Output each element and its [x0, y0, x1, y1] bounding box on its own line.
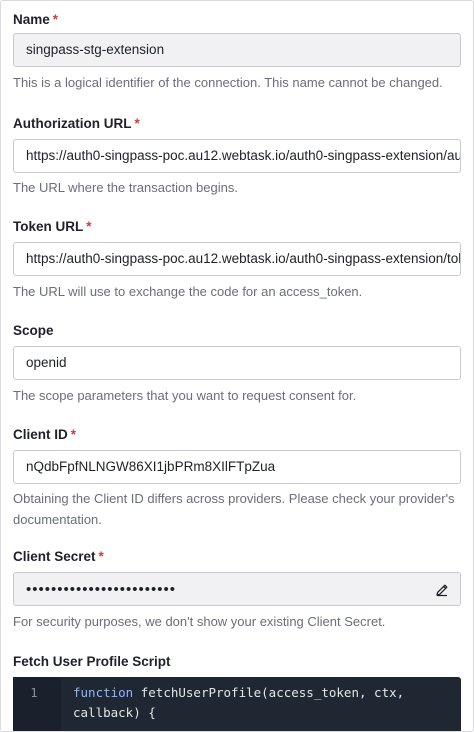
required-mark: * [98, 549, 104, 564]
name-input: singpass-stg-extension [13, 33, 461, 67]
client-id-input[interactable]: nQdbFpfNLNGW86XI1jbPRm8XIlFTpZua [13, 450, 461, 484]
authorization-url-help-text: The URL where the transaction begins. [13, 180, 238, 195]
required-mark: * [86, 219, 92, 234]
token-url-label: Token URL * [13, 219, 92, 234]
scope-field-group: Scope openid The scope parameters that y… [13, 322, 461, 403]
client-id-field-group: Client ID * nQdbFpfNLNGW86XI1jbPRm8XIlFTp… [13, 426, 461, 527]
client-secret-field-group: Client Secret * •••••••••••••••••••••••• … [13, 548, 461, 629]
scope-label: Scope [13, 323, 54, 338]
authorization-url-field-group: Authorization URL * https://auth0-singpas… [13, 115, 461, 195]
token-url-help-text: The URL will use to exchange the code fo… [13, 284, 363, 299]
code-text: fetchUserProfile(access_token, ctx, [133, 685, 405, 700]
code-text: callback) { [73, 705, 156, 720]
pencil-icon[interactable] [434, 582, 450, 598]
token-url-field-group: Token URL * https://auth0-singpass-poc.au… [13, 218, 461, 299]
name-help-text: This is a logical identifier of the conn… [13, 75, 443, 90]
required-mark: * [134, 116, 140, 131]
fetch-script-label: Fetch User Profile Script [13, 654, 171, 669]
line-gutter: 1 [13, 677, 61, 731]
scope-input[interactable]: openid [13, 346, 461, 380]
code-line-1[interactable]: function fetchUserProfile(access_token, … [73, 683, 404, 703]
client-secret-input[interactable]: •••••••••••••••••••••••• [13, 572, 461, 606]
client-secret-masked-value: •••••••••••••••••••••••• [26, 581, 177, 598]
code-keyword: function [73, 685, 134, 700]
name-field-group: Name * singpass-stg-extension This is a l… [13, 11, 461, 90]
required-mark: * [70, 427, 77, 442]
name-label: Name * [13, 12, 59, 27]
token-url-input[interactable]: https://auth0-singpass-poc.au12.webtask.… [13, 242, 461, 276]
client-secret-label: Client Secret * [13, 549, 104, 564]
client-id-label: Client ID * [13, 427, 77, 442]
fetch-script-field-group: Fetch User Profile Script [13, 653, 461, 671]
line-number: 1 [30, 686, 38, 700]
authorization-url-input[interactable]: https://auth0-singpass-poc.au12.webtask.… [13, 139, 461, 173]
client-secret-help-text: For security purposes, we don't show you… [13, 614, 386, 629]
scope-help-text: The scope parameters that you want to re… [13, 388, 357, 403]
client-id-help-text: Obtaining the Client ID differs across p… [13, 491, 455, 527]
authorization-url-label: Authorization URL * [13, 116, 140, 131]
code-line-1-wrap[interactable]: callback) { [73, 703, 156, 723]
required-mark: * [52, 12, 59, 27]
code-editor[interactable]: 1 function fetchUserProfile(access_token… [13, 677, 461, 731]
connection-settings-form: Name * singpass-stg-extension This is a l… [0, 0, 474, 732]
